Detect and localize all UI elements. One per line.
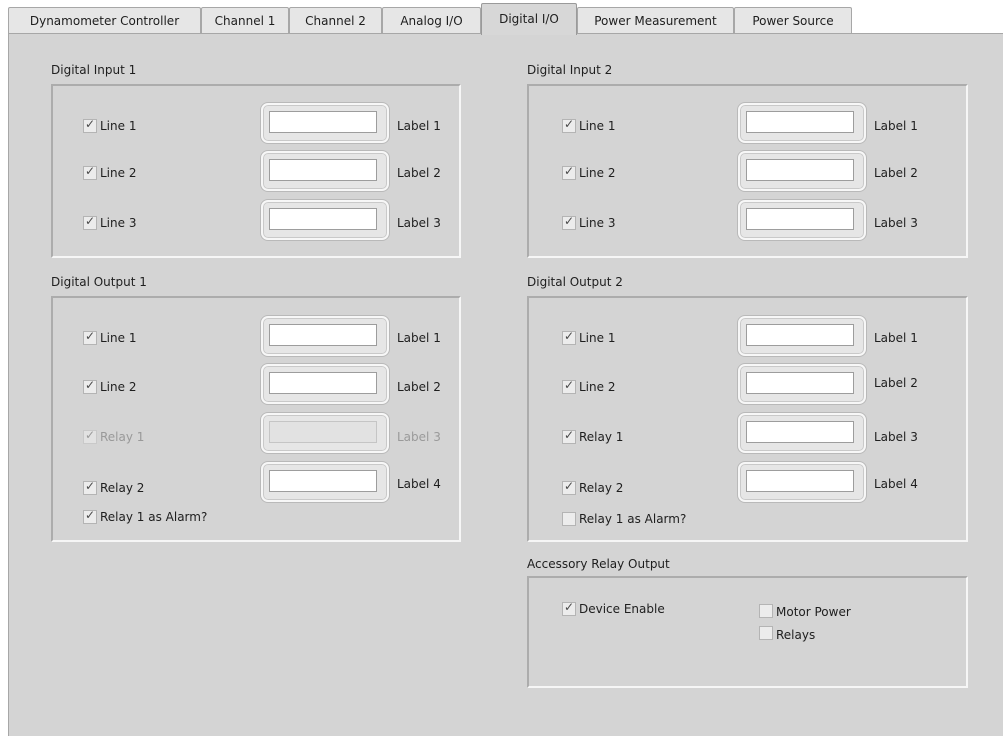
do2-line-1-text-frame (738, 316, 866, 356)
do2-line-1-checkbox[interactable] (562, 329, 576, 345)
di1-line-1-checkbox[interactable] (83, 117, 97, 133)
di2-line-3-caption: Label 3 (874, 216, 918, 230)
do1-line-1-checkbox[interactable] (83, 329, 97, 345)
do1-relay-2-caption: Label 4 (397, 477, 441, 491)
di2-line-2-caption: Label 2 (874, 166, 918, 180)
do2-line-2-caption: Label 2 (874, 376, 918, 390)
di1-line-2-text-frame (261, 151, 389, 191)
do2-relay-1-text-frame (738, 413, 866, 453)
do1-line-2-text-frame (261, 364, 389, 404)
di1-line-2-checkbox[interactable] (83, 164, 97, 180)
di2-line-1-caption: Label 1 (874, 119, 918, 133)
do2-relay-1-alarm-checkbox[interactable] (562, 512, 576, 526)
digital-output-2-title: Digital Output 2 (527, 275, 623, 289)
motor-power-label: Motor Power (776, 605, 851, 619)
di1-line-3-caption: Label 3 (397, 216, 441, 230)
do1-relay-2-checkbox[interactable] (83, 479, 97, 495)
do2-relay-1-checkbox[interactable] (562, 428, 576, 444)
do2-relay-1-alarm-label: Relay 1 as Alarm? (579, 512, 687, 526)
di1-line-3-checkbox[interactable] (83, 214, 97, 230)
di2-line-2-label: Line 2 (579, 166, 616, 180)
do2-line-1-input[interactable] (746, 324, 854, 346)
di2-line-2-input[interactable] (746, 159, 854, 181)
device-enable-label: Device Enable (579, 602, 665, 616)
digital-input-1-title: Digital Input 1 (51, 63, 137, 77)
do2-relay-2-text-frame (738, 462, 866, 502)
do2-line-2-input[interactable] (746, 372, 854, 394)
di2-line-1-checkbox[interactable] (562, 117, 576, 133)
do1-line-1-caption: Label 1 (397, 331, 441, 345)
di1-line-2-caption: Label 2 (397, 166, 441, 180)
do2-line-1-label: Line 1 (579, 331, 616, 345)
do2-relay-2-caption: Label 4 (874, 477, 918, 491)
di1-line-3-input[interactable] (269, 208, 377, 230)
do1-line-1-text-frame (261, 316, 389, 356)
digital-output-1-title: Digital Output 1 (51, 275, 147, 289)
do1-line-2-checkbox[interactable] (83, 378, 97, 394)
do1-relay-1-label: Relay 1 (100, 430, 145, 444)
do1-relay-1-text-frame (261, 413, 389, 453)
do2-line-1-caption: Label 1 (874, 331, 918, 345)
di2-line-1-label: Line 1 (579, 119, 616, 133)
do1-relay-2-text-frame (261, 462, 389, 502)
do1-line-1-input[interactable] (269, 324, 377, 346)
do1-line-2-caption: Label 2 (397, 380, 441, 394)
do2-relay-1-label: Relay 1 (579, 430, 624, 444)
do1-relay-1-checkbox[interactable] (83, 428, 97, 444)
di2-line-2-checkbox[interactable] (562, 164, 576, 180)
di2-line-1-text-frame (738, 103, 866, 143)
accessory-relay-output-title: Accessory Relay Output (527, 557, 670, 571)
di2-line-3-input[interactable] (746, 208, 854, 230)
tab-power-source[interactable]: Power Source (734, 7, 852, 33)
tab-bar: Dynamometer Controller Channel 1 Channel… (0, 0, 1003, 35)
tab-channel-1[interactable]: Channel 1 (201, 7, 289, 33)
do1-relay-2-label: Relay 2 (100, 481, 145, 495)
di2-line-3-checkbox[interactable] (562, 214, 576, 230)
do1-relay-1-caption: Label 3 (397, 430, 441, 444)
do1-relay-1-alarm-label: Relay 1 as Alarm? (100, 510, 208, 524)
do2-relay-2-checkbox[interactable] (562, 479, 576, 495)
di2-line-1-input[interactable] (746, 111, 854, 133)
di1-line-1-caption: Label 1 (397, 119, 441, 133)
tab-dynamometer-controller[interactable]: Dynamometer Controller (8, 7, 201, 33)
di1-line-3-text-frame (261, 200, 389, 240)
do2-line-2-checkbox[interactable] (562, 378, 576, 394)
di1-line-3-label: Line 3 (100, 216, 137, 230)
tab-digital-io[interactable]: Digital I/O (481, 3, 577, 35)
device-enable-checkbox[interactable] (562, 600, 576, 616)
do2-relay-1-input[interactable] (746, 421, 854, 443)
di1-line-2-label: Line 2 (100, 166, 137, 180)
motor-power-checkbox[interactable] (759, 604, 773, 618)
di1-line-2-input[interactable] (269, 159, 377, 181)
do2-relay-1-caption: Label 3 (874, 430, 918, 444)
do2-relay-2-label: Relay 2 (579, 481, 624, 495)
relays-label: Relays (776, 628, 816, 642)
do1-relay-2-input[interactable] (269, 470, 377, 492)
do1-line-2-label: Line 2 (100, 380, 137, 394)
di1-line-1-text-frame (261, 103, 389, 143)
do1-line-1-label: Line 1 (100, 331, 137, 345)
do2-relay-2-input[interactable] (746, 470, 854, 492)
di2-line-2-text-frame (738, 151, 866, 191)
do2-line-2-label: Line 2 (579, 380, 616, 394)
di2-line-3-label: Line 3 (579, 216, 616, 230)
tab-analog-io[interactable]: Analog I/O (382, 7, 481, 33)
digital-input-2-title: Digital Input 2 (527, 63, 613, 77)
di1-line-1-input[interactable] (269, 111, 377, 133)
di1-line-1-label: Line 1 (100, 119, 137, 133)
do1-line-2-input[interactable] (269, 372, 377, 394)
tab-channel-2[interactable]: Channel 2 (289, 7, 382, 33)
do1-relay-1-input[interactable] (269, 421, 377, 443)
relays-checkbox[interactable] (759, 626, 773, 640)
tab-power-measurement[interactable]: Power Measurement (577, 7, 734, 33)
di2-line-3-text-frame (738, 200, 866, 240)
do1-relay-1-alarm-checkbox[interactable] (83, 508, 97, 524)
do2-line-2-text-frame (738, 364, 866, 404)
accessory-relay-output-group (527, 576, 968, 688)
